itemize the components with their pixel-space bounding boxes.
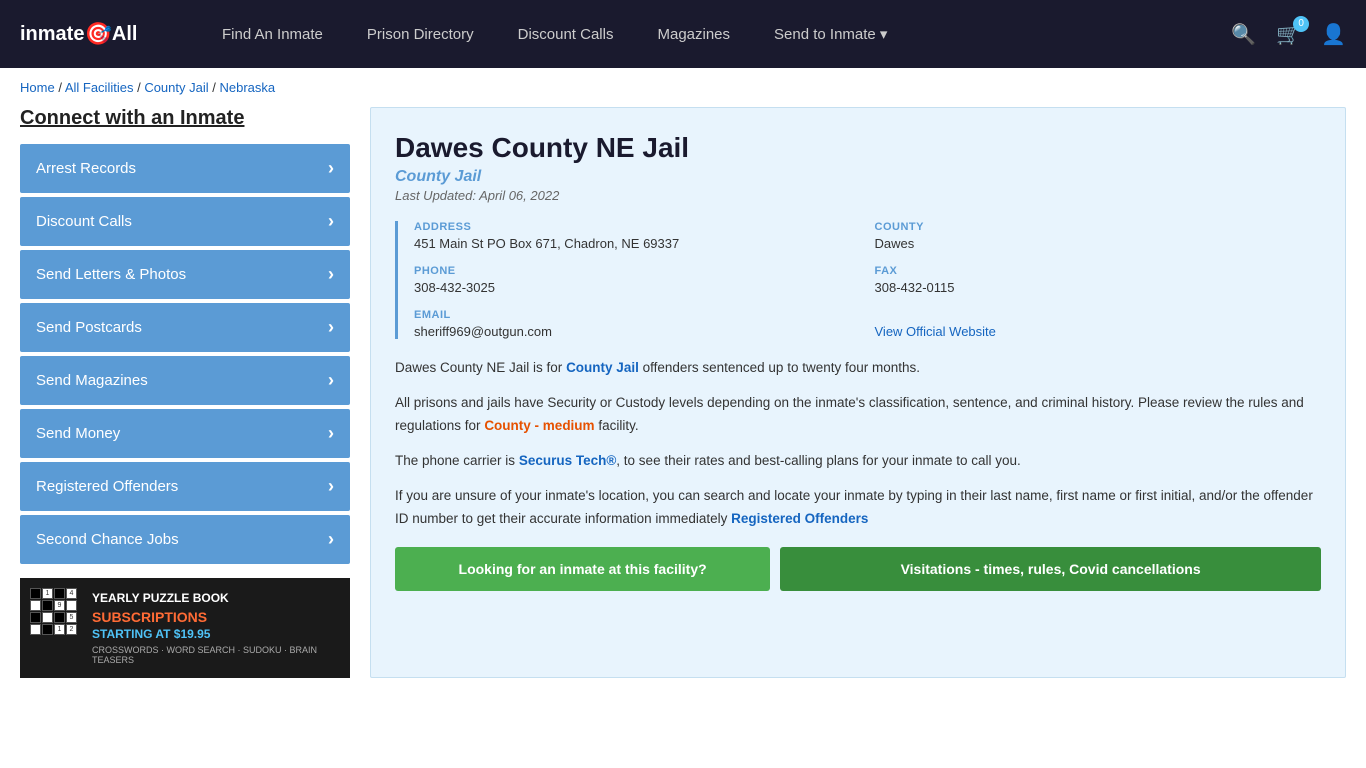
content-area: Dawes County NE Jail County Jail Last Up…: [370, 107, 1346, 678]
cart-badge: 0: [1293, 16, 1309, 32]
facility-subtitle: County Jail: [395, 168, 1321, 186]
sidebar-item-registered-offenders[interactable]: Registered Offenders ›: [20, 462, 350, 511]
ad-title: YEARLY PUZZLE BOOK: [92, 590, 338, 607]
nav-find-inmate[interactable]: Find An Inmate: [200, 26, 345, 43]
sidebar-item-label: Discount Calls: [36, 213, 132, 230]
address-block: ADDRESS 451 Main St PO Box 671, Chadron,…: [414, 221, 861, 251]
facility-description: Dawes County NE Jail is for County Jail …: [395, 357, 1321, 531]
county-block: COUNTY Dawes: [875, 221, 1322, 251]
sidebar-arrow-icon: ›: [328, 264, 334, 285]
sidebar-arrow-icon: ›: [328, 211, 334, 232]
breadcrumb-home[interactable]: Home: [20, 80, 55, 95]
fax-block: FAX 308-432-0115: [875, 265, 1322, 295]
sidebar-arrow-icon: ›: [328, 370, 334, 391]
sidebar: Connect with an Inmate Arrest Records › …: [20, 107, 350, 678]
county-jail-link[interactable]: County Jail: [566, 360, 639, 375]
address-label: ADDRESS: [414, 221, 861, 233]
looking-for-inmate-button[interactable]: Looking for an inmate at this facility?: [395, 547, 770, 591]
facility-info-grid: ADDRESS 451 Main St PO Box 671, Chadron,…: [395, 221, 1321, 339]
sidebar-arrow-icon: ›: [328, 423, 334, 444]
ad-types: CROSSWORDS · WORD SEARCH · SUDOKU · BRAI…: [92, 645, 338, 665]
fax-label: FAX: [875, 265, 1322, 277]
phone-block: PHONE 308-432-3025: [414, 265, 861, 295]
sidebar-item-discount-calls[interactable]: Discount Calls ›: [20, 197, 350, 246]
user-icon[interactable]: 👤: [1321, 22, 1346, 47]
ad-price: STARTING AT $19.95: [92, 627, 338, 641]
securus-link[interactable]: Securus Tech®: [519, 453, 616, 468]
registered-offenders-link[interactable]: Registered Offenders: [731, 511, 868, 526]
nav-prison-directory[interactable]: Prison Directory: [345, 26, 496, 43]
email-value: sheriff969@outgun.com: [414, 324, 861, 339]
nav-send-to-inmate[interactable]: Send to Inmate ▾: [752, 25, 909, 43]
visitation-button[interactable]: Visitations - times, rules, Covid cancel…: [780, 547, 1321, 591]
sidebar-arrow-icon: ›: [328, 317, 334, 338]
bottom-buttons: Looking for an inmate at this facility? …: [395, 547, 1321, 591]
logo-all: All: [112, 23, 138, 46]
desc-para-2: All prisons and jails have Security or C…: [395, 392, 1321, 438]
logo[interactable]: inmate 🎯 All: [20, 21, 180, 47]
facility-last-updated: Last Updated: April 06, 2022: [395, 188, 1321, 203]
sidebar-arrow-icon: ›: [328, 476, 334, 497]
address-value: 451 Main St PO Box 671, Chadron, NE 6933…: [414, 236, 861, 251]
breadcrumb-all-facilities[interactable]: All Facilities: [65, 80, 134, 95]
breadcrumb: Home / All Facilities / County Jail / Ne…: [0, 68, 1366, 107]
main-nav: Find An Inmate Prison Directory Discount…: [200, 25, 1211, 43]
sidebar-item-send-letters[interactable]: Send Letters & Photos ›: [20, 250, 350, 299]
email-block: EMAIL sheriff969@outgun.com: [414, 309, 861, 339]
facility-title: Dawes County NE Jail: [395, 132, 1321, 164]
logo-icon: 🎯: [84, 21, 111, 47]
sidebar-arrow-icon: ›: [328, 158, 334, 179]
desc-para-1: Dawes County NE Jail is for County Jail …: [395, 357, 1321, 380]
official-website-link[interactable]: View Official Website: [875, 324, 996, 339]
ad-content: YEARLY PUZZLE BOOK SUBSCRIPTIONS STARTIN…: [92, 590, 338, 665]
ad-puzzle-visual: 1 4 9 5 1 2: [30, 588, 77, 635]
county-medium-link[interactable]: County - medium: [484, 418, 594, 433]
nav-discount-calls[interactable]: Discount Calls: [496, 26, 636, 43]
sidebar-item-label: Arrest Records: [36, 160, 136, 177]
sidebar-arrow-icon: ›: [328, 529, 334, 550]
sidebar-item-label: Registered Offenders: [36, 478, 178, 495]
search-icon[interactable]: 🔍: [1231, 22, 1256, 47]
header-icons: 🔍 🛒 0 👤: [1231, 22, 1346, 47]
sidebar-item-send-postcards[interactable]: Send Postcards ›: [20, 303, 350, 352]
main-layout: Connect with an Inmate Arrest Records › …: [0, 107, 1366, 708]
site-header: inmate 🎯 All Find An Inmate Prison Direc…: [0, 0, 1366, 68]
breadcrumb-county-jail[interactable]: County Jail: [144, 80, 208, 95]
sidebar-item-label: Send Postcards: [36, 319, 142, 336]
phone-value: 308-432-3025: [414, 280, 861, 295]
cart-icon[interactable]: 🛒 0: [1276, 22, 1301, 47]
desc-para-3: The phone carrier is Securus Tech®, to s…: [395, 450, 1321, 473]
sidebar-item-arrest-records[interactable]: Arrest Records ›: [20, 144, 350, 193]
breadcrumb-state[interactable]: Nebraska: [219, 80, 275, 95]
fax-value: 308-432-0115: [875, 280, 1322, 295]
email-label: EMAIL: [414, 309, 861, 321]
sidebar-item-label: Send Money: [36, 425, 120, 442]
sidebar-item-send-money[interactable]: Send Money ›: [20, 409, 350, 458]
sidebar-title: Connect with an Inmate: [20, 107, 350, 130]
sidebar-item-label: Send Magazines: [36, 372, 148, 389]
website-block: View Official Website: [875, 309, 1322, 339]
desc-para-4: If you are unsure of your inmate's locat…: [395, 485, 1321, 531]
sidebar-ad[interactable]: 1 4 9 5 1 2 YEARLY PUZZLE BOOK SUBSCRIPT…: [20, 578, 350, 678]
logo-text: inmate: [20, 23, 84, 46]
ad-subtitle: SUBSCRIPTIONS: [92, 609, 338, 625]
sidebar-item-send-magazines[interactable]: Send Magazines ›: [20, 356, 350, 405]
sidebar-item-second-chance-jobs[interactable]: Second Chance Jobs ›: [20, 515, 350, 564]
county-label: COUNTY: [875, 221, 1322, 233]
sidebar-menu: Arrest Records › Discount Calls › Send L…: [20, 144, 350, 564]
sidebar-item-label: Second Chance Jobs: [36, 531, 179, 548]
phone-label: PHONE: [414, 265, 861, 277]
sidebar-item-label: Send Letters & Photos: [36, 266, 186, 283]
county-value: Dawes: [875, 236, 1322, 251]
nav-magazines[interactable]: Magazines: [635, 26, 752, 43]
